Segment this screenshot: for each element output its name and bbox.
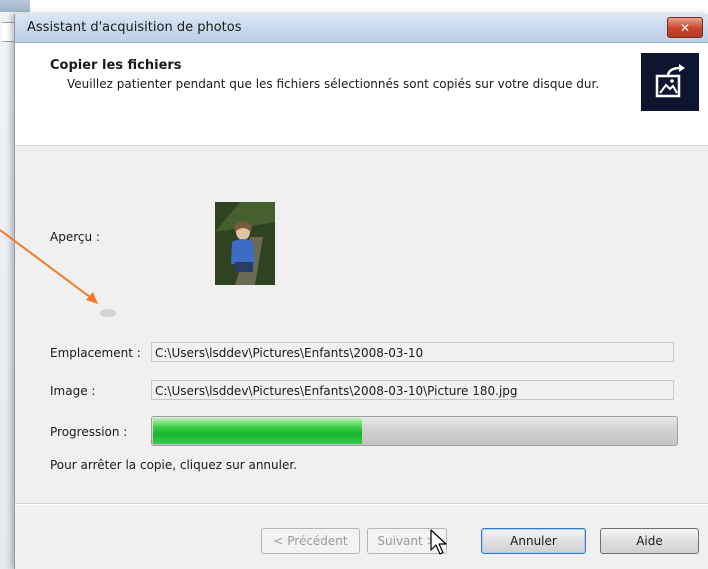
annotation-arrow <box>0 229 116 317</box>
